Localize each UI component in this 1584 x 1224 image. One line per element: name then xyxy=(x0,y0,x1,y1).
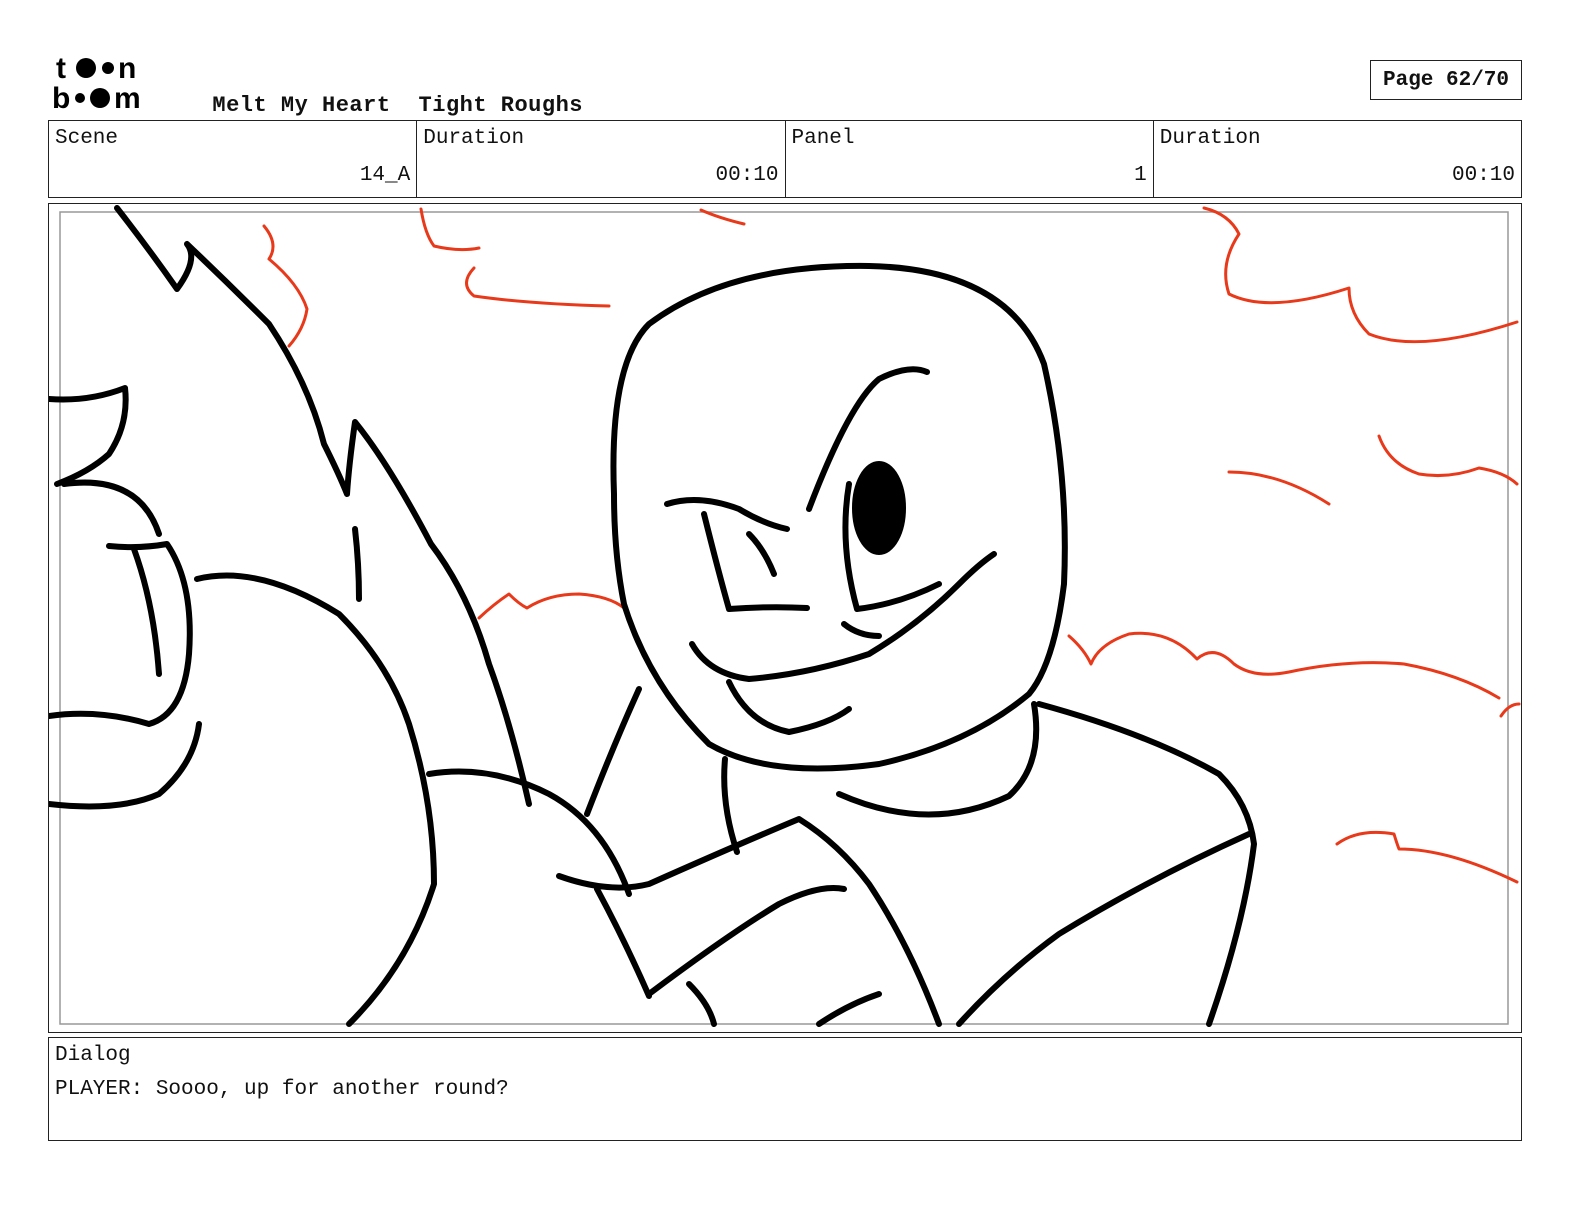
panel-duration-cell: Duration 00:10 xyxy=(1154,121,1521,197)
scene-duration-value: 00:10 xyxy=(715,164,779,187)
project-title: Melt My Heart xyxy=(212,93,391,118)
scene-label: Scene xyxy=(55,127,119,150)
scene-duration-cell: Duration 00:10 xyxy=(417,121,786,197)
character-linework xyxy=(49,205,1257,1027)
svg-text:t: t xyxy=(56,52,66,85)
page-indicator: Page 62/70 xyxy=(1370,60,1522,100)
svg-text:n: n xyxy=(118,52,136,85)
storyboard-panel xyxy=(48,203,1522,1033)
scene-value: 14_A xyxy=(359,164,411,187)
stage-title: Tight Roughs xyxy=(418,93,583,118)
panel-duration-label: Duration xyxy=(1159,127,1261,150)
scene-duration-label: Duration xyxy=(423,127,525,150)
svg-text:b: b xyxy=(52,82,70,112)
storyboard-title: Melt My Heart Tight Roughs xyxy=(185,68,611,118)
panel-cell: Panel 1 xyxy=(786,121,1154,197)
panel-value: 1 xyxy=(1134,164,1147,187)
scene-cell: Scene 14_A xyxy=(49,121,418,197)
scene-info-table: Scene 14_A Duration 00:10 Panel 1 Durati… xyxy=(48,120,1522,198)
dialog-text: PLAYER: Soooo, up for another round? xyxy=(55,1078,509,1101)
toon-boom-logo: t n b m xyxy=(52,50,164,115)
dialog-box: Dialog PLAYER: Soooo, up for another rou… xyxy=(48,1037,1522,1141)
svg-text:m: m xyxy=(114,82,141,112)
dialog-label: Dialog xyxy=(55,1044,131,1067)
sketch-drawing xyxy=(49,205,1521,1027)
panel-label: Panel xyxy=(791,127,855,150)
panel-duration-value: 00:10 xyxy=(1451,164,1515,187)
